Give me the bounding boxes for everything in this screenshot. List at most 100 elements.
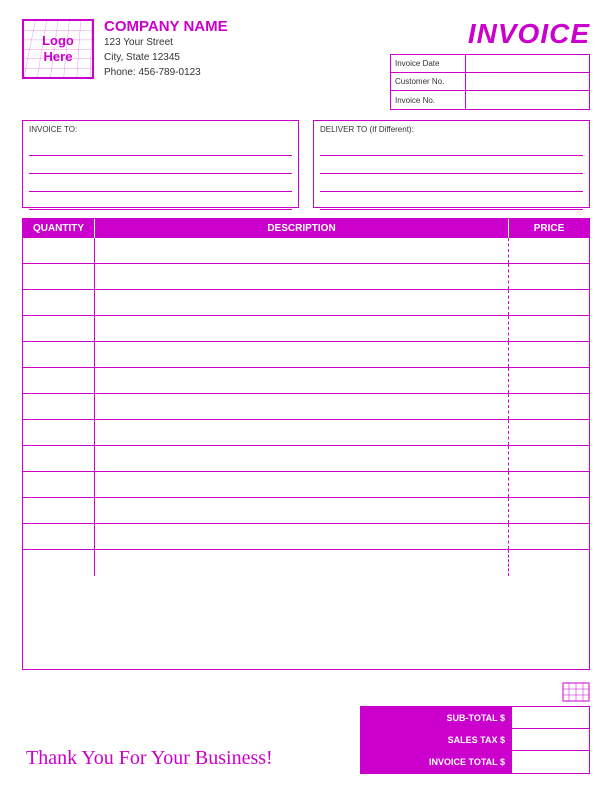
deliver-to-line-1[interactable]: [320, 140, 583, 156]
table-cell-price-8[interactable]: [509, 446, 589, 471]
deliver-to-box: DELIVER TO (If Different):: [313, 120, 590, 208]
table-row: [23, 264, 589, 290]
table-cell-price-1[interactable]: [509, 264, 589, 289]
invoicetotal-value[interactable]: [511, 751, 589, 773]
table-cell-desc-9[interactable]: [95, 472, 509, 497]
customer-no-input[interactable]: [466, 73, 589, 90]
table-cell-desc-0[interactable]: [95, 238, 509, 263]
salestax-row: SALES TAX $: [361, 729, 589, 751]
col-quantity-header: QUANTITY: [23, 219, 95, 238]
totals-table: SUB-TOTAL $ SALES TAX $ INVOICE TOTAL $: [360, 706, 590, 774]
header-left: Logo Here COMPANY NAME 123 Your Street C…: [22, 18, 228, 80]
table-cell-price-2[interactable]: [509, 290, 589, 315]
table-row: [23, 394, 589, 420]
company-street: 123 Your Street: [104, 35, 228, 50]
invoice-table: QUANTITY DESCRIPTION PRICE: [22, 218, 590, 670]
totals-area: SUB-TOTAL $ SALES TAX $ INVOICE TOTAL $: [360, 682, 590, 774]
subtotal-label: SUB-TOTAL $: [361, 707, 511, 728]
invoice-to-box: INVOICE TO:: [22, 120, 299, 208]
col-price-header: PRICE: [509, 219, 589, 238]
table-body: [23, 238, 589, 576]
logo-text: Logo Here: [42, 33, 74, 64]
deliver-to-line-3[interactable]: [320, 176, 583, 192]
invoice-to-line-3[interactable]: [29, 176, 292, 192]
table-cell-desc-8[interactable]: [95, 446, 509, 471]
salestax-value[interactable]: [511, 729, 589, 750]
header-section: Logo Here COMPANY NAME 123 Your Street C…: [22, 18, 590, 110]
salestax-label: SALES TAX $: [361, 729, 511, 750]
table-cell-desc-1[interactable]: [95, 264, 509, 289]
invoice-date-label: Invoice Date: [391, 55, 466, 72]
table-cell-desc-6[interactable]: [95, 394, 509, 419]
table-cell-qty-4[interactable]: [23, 342, 95, 367]
table-cell-desc-3[interactable]: [95, 316, 509, 341]
deliver-to-line-4[interactable]: [320, 194, 583, 210]
customer-no-label: Customer No.: [391, 73, 466, 90]
invoicetotal-label: INVOICE TOTAL $: [361, 751, 511, 773]
table-cell-desc-5[interactable]: [95, 368, 509, 393]
table-cell-price-11[interactable]: [509, 524, 589, 549]
table-cell-price-6[interactable]: [509, 394, 589, 419]
table-cell-qty-10[interactable]: [23, 498, 95, 523]
table-cell-qty-9[interactable]: [23, 472, 95, 497]
header-right: INVOICE Invoice Date Customer No. Invoic…: [390, 18, 590, 110]
table-cell-qty-3[interactable]: [23, 316, 95, 341]
deliver-to-lines: [320, 138, 583, 210]
table-cell-desc-12[interactable]: [95, 550, 509, 576]
thank-you-text: Thank You For Your Business!: [22, 747, 273, 774]
deliver-to-label: DELIVER TO (If Different):: [320, 125, 583, 134]
company-citystatezip: City, State 12345: [104, 50, 228, 65]
table-cell-qty-7[interactable]: [23, 420, 95, 445]
company-name: COMPANY NAME: [104, 18, 228, 35]
table-row: [23, 550, 589, 576]
table-cell-desc-7[interactable]: [95, 420, 509, 445]
table-cell-desc-2[interactable]: [95, 290, 509, 315]
table-cell-price-0[interactable]: [509, 238, 589, 263]
table-cell-qty-6[interactable]: [23, 394, 95, 419]
invoice-to-label: INVOICE TO:: [29, 125, 292, 134]
table-row: [23, 524, 589, 550]
table-row: [23, 238, 589, 264]
subtotal-value[interactable]: [511, 707, 589, 728]
logo-box: Logo Here: [22, 19, 94, 79]
customer-no-row: Customer No.: [391, 73, 589, 91]
table-row: [23, 368, 589, 394]
deliver-to-line-2[interactable]: [320, 158, 583, 174]
table-row: [23, 472, 589, 498]
table-cell-qty-8[interactable]: [23, 446, 95, 471]
invoice-date-input[interactable]: [466, 55, 589, 72]
table-cell-price-10[interactable]: [509, 498, 589, 523]
invoice-title: INVOICE: [468, 18, 590, 50]
invoice-to-line-1[interactable]: [29, 140, 292, 156]
table-cell-price-7[interactable]: [509, 420, 589, 445]
table-header: QUANTITY DESCRIPTION PRICE: [23, 219, 589, 238]
table-cell-qty-2[interactable]: [23, 290, 95, 315]
address-section: INVOICE TO: DELIVER TO (If Different):: [22, 120, 590, 208]
table-cell-price-4[interactable]: [509, 342, 589, 367]
invoicetotal-row: INVOICE TOTAL $: [361, 751, 589, 773]
table-row: [23, 446, 589, 472]
invoice-to-lines: [29, 138, 292, 210]
table-row: [23, 316, 589, 342]
table-cell-qty-11[interactable]: [23, 524, 95, 549]
table-row: [23, 290, 589, 316]
table-cell-qty-0[interactable]: [23, 238, 95, 263]
table-cell-price-12[interactable]: [509, 550, 589, 576]
company-info: COMPANY NAME 123 Your Street City, State…: [104, 18, 228, 80]
small-logo: [562, 682, 590, 704]
table-cell-desc-4[interactable]: [95, 342, 509, 367]
company-phone: Phone: 456-789-0123: [104, 65, 228, 80]
invoice-no-input[interactable]: [466, 91, 589, 109]
table-cell-qty-12[interactable]: [23, 550, 95, 576]
table-cell-price-5[interactable]: [509, 368, 589, 393]
table-cell-price-9[interactable]: [509, 472, 589, 497]
table-cell-price-3[interactable]: [509, 316, 589, 341]
table-cell-desc-11[interactable]: [95, 524, 509, 549]
subtotal-row: SUB-TOTAL $: [361, 707, 589, 729]
table-cell-desc-10[interactable]: [95, 498, 509, 523]
table-row: [23, 498, 589, 524]
invoice-to-line-2[interactable]: [29, 158, 292, 174]
table-cell-qty-5[interactable]: [23, 368, 95, 393]
invoice-to-line-4[interactable]: [29, 194, 292, 210]
table-cell-qty-1[interactable]: [23, 264, 95, 289]
